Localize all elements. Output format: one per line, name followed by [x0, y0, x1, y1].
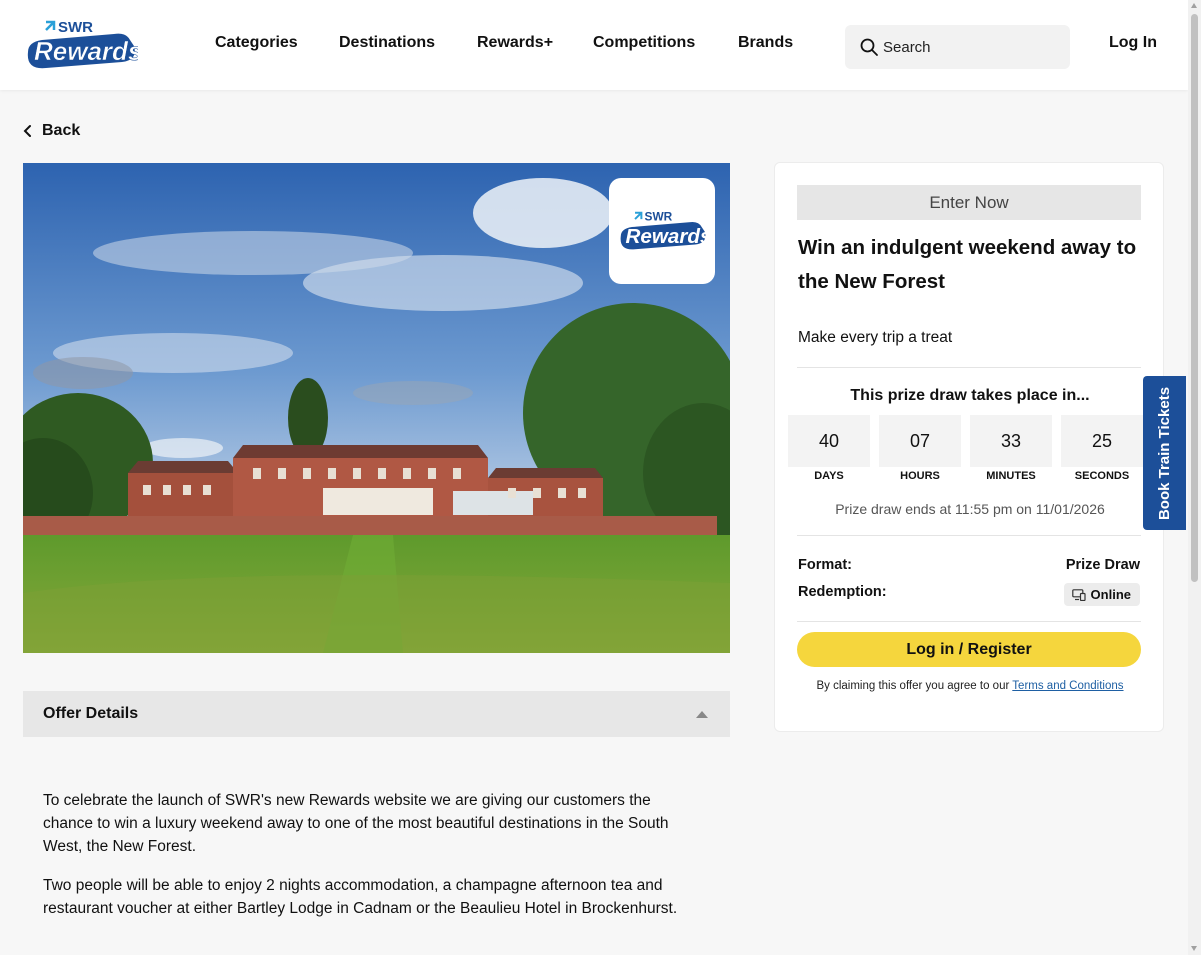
back-label: Back	[42, 122, 81, 139]
competition-title: Win an indulgent weekend away to the New…	[798, 236, 1137, 293]
offer-hero-image: Rewards SWR	[23, 163, 730, 653]
nav-destinations[interactable]: Destinations	[339, 34, 435, 52]
redemption-label: Redemption:	[798, 584, 887, 600]
enter-now-button[interactable]: Enter Now	[797, 185, 1141, 220]
chevron-left-icon	[23, 125, 31, 137]
terms-note: By claiming this offer you agree to our …	[775, 680, 1165, 692]
search-box[interactable]	[845, 25, 1070, 69]
book-train-tickets-label: Book Train Tickets	[1156, 386, 1174, 520]
offer-details-toggle[interactable]: Offer Details	[23, 691, 730, 737]
scroll-down-icon[interactable]	[1191, 946, 1197, 951]
svg-text:SWR: SWR	[645, 210, 673, 224]
login-register-button[interactable]: Log in / Register	[797, 632, 1141, 667]
offer-description-1: To celebrate the launch of SWR's new Rew…	[43, 792, 669, 855]
devices-icon	[1071, 588, 1086, 601]
nav-competitions[interactable]: Competitions	[593, 34, 695, 52]
terms-prefix: By claiming this offer you agree to our	[816, 680, 1013, 692]
countdown-days-label: DAYS	[814, 470, 844, 482]
search-icon	[860, 38, 878, 56]
countdown-minutes-label: MINUTES	[986, 470, 1036, 482]
countdown-days: 40	[788, 415, 870, 467]
login-link[interactable]: Log In	[1109, 34, 1157, 52]
logo-graphic: Rewards SWR	[27, 19, 143, 69]
divider	[797, 367, 1141, 368]
format-value: Prize Draw	[1065, 557, 1140, 573]
nav-brands[interactable]: Brands	[738, 34, 793, 52]
redemption-badge: Online	[1063, 583, 1140, 606]
competition-subtitle: Make every trip a treat	[798, 329, 953, 346]
svg-text:SWR: SWR	[58, 19, 93, 36]
divider	[797, 535, 1141, 536]
book-train-tickets-tab[interactable]: Book Train Tickets	[1143, 376, 1186, 530]
offer-description-2: Two people will be able to enjoy 2 night…	[43, 877, 678, 917]
countdown-seconds: 25	[1061, 415, 1143, 467]
page-scrollbar[interactable]	[1188, 0, 1201, 955]
scroll-up-icon[interactable]	[1191, 3, 1197, 8]
countdown-minutes: 33	[970, 415, 1052, 467]
terms-link[interactable]: Terms and Conditions	[1012, 680, 1123, 692]
countdown-hours: 07	[879, 415, 961, 467]
svg-text:Rewards: Rewards	[626, 225, 708, 248]
competition-card: Enter Now Win an indulgent weekend away …	[774, 162, 1164, 732]
divider	[797, 621, 1141, 622]
prize-draw-end-date: Prize draw ends at 11:55 pm on 11/01/202…	[835, 501, 1105, 517]
svg-text:Rewards: Rewards	[34, 36, 138, 66]
redemption-value: Online	[1090, 587, 1131, 602]
nav-rewards-plus[interactable]: Rewards+	[477, 34, 553, 52]
search-input[interactable]	[883, 35, 1058, 59]
site-header: Rewards SWR Categories Destinations Rewa…	[0, 0, 1188, 90]
prize-draw-heading: This prize draw takes place in...	[850, 387, 1090, 404]
caret-up-icon	[696, 711, 708, 718]
format-label: Format:	[798, 557, 852, 573]
nav-categories[interactable]: Categories	[215, 34, 298, 52]
back-link[interactable]: Back	[22, 122, 80, 140]
swr-rewards-logo[interactable]: Rewards SWR	[22, 18, 143, 72]
countdown-seconds-label: SECONDS	[1074, 470, 1130, 482]
hero-logo-badge: Rewards SWR	[609, 178, 715, 284]
offer-details-title: Offer Details	[43, 705, 139, 722]
scroll-thumb[interactable]	[1191, 14, 1198, 582]
countdown-hours-label: HOURS	[900, 470, 940, 482]
swr-rewards-logo-badge: Rewards SWR	[620, 210, 708, 250]
